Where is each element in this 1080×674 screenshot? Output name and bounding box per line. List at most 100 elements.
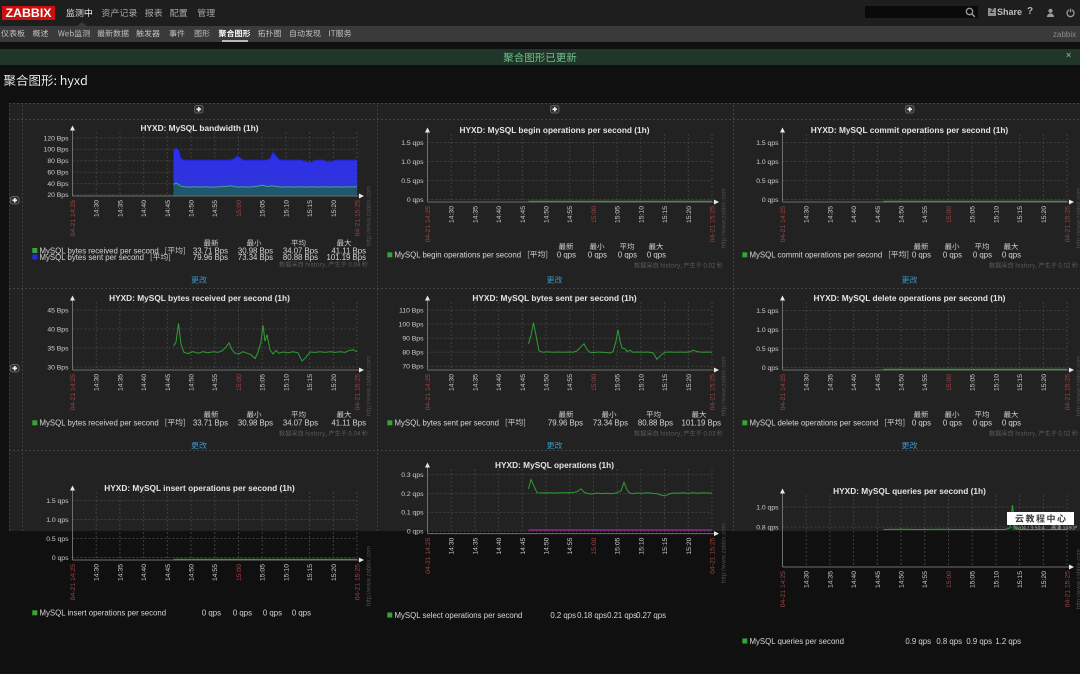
svg-text:MySQL select operations per se: MySQL select operations per second: [395, 610, 523, 619]
svg-text:04-21 15:25: 04-21 15:25: [1065, 205, 1072, 242]
svg-text:1.2 qps: 1.2 qps: [995, 637, 1021, 646]
svg-text:http://www.zabbix.com: http://www.zabbix.com: [722, 188, 728, 248]
svg-text:0 qps: 0 qps: [762, 364, 779, 371]
svg-text:14:40: 14:40: [851, 373, 858, 390]
svg-text:14:45: 14:45: [875, 571, 882, 588]
svg-text:14:40: 14:40: [141, 564, 148, 581]
svg-text:ZABBIX: ZABBIX: [6, 6, 52, 20]
svg-text:100 Bps: 100 Bps: [399, 321, 425, 328]
svg-text:0 qps: 0 qps: [202, 609, 221, 618]
svg-text:0.2 qps: 0.2 qps: [401, 490, 424, 497]
svg-text:14:40: 14:40: [496, 373, 503, 390]
svg-text:04-21 14:25: 04-21 14:25: [780, 571, 787, 608]
svg-text:14:40: 14:40: [141, 373, 148, 390]
svg-text:04-21 14:25: 04-21 14:25: [780, 373, 787, 410]
svg-text:0.5 qps: 0.5 qps: [401, 177, 424, 184]
svg-text:80 Bps: 80 Bps: [47, 158, 69, 165]
svg-text:80 Bps: 80 Bps: [402, 349, 424, 356]
svg-text:MySQL bytes sent per second: MySQL bytes sent per second: [395, 418, 500, 427]
svg-text:http://www.zabbix.com: http://www.zabbix.com: [367, 546, 373, 606]
svg-text:http://www.zabbix.com: http://www.zabbix.com: [1077, 188, 1080, 248]
svg-text:0 qps: 0 qps: [618, 250, 637, 259]
svg-text:15:20: 15:20: [1041, 205, 1048, 222]
svg-text:HYXD: MySQL insert operations: HYXD: MySQL insert operations per second…: [104, 483, 295, 493]
svg-text:15:05: 15:05: [615, 205, 622, 222]
svg-text:http://www.zabbix.com: http://www.zabbix.com: [367, 186, 373, 246]
svg-text:0.9 qps: 0.9 qps: [905, 637, 931, 646]
svg-text:15:20: 15:20: [331, 200, 338, 217]
svg-text:HYXD: MySQL bandwidth (1h): HYXD: MySQL bandwidth (1h): [141, 123, 259, 133]
svg-text:14:55: 14:55: [922, 373, 929, 390]
svg-text:http://www.zabbix.com: http://www.zabbix.com: [722, 523, 728, 583]
svg-text:1.0 qps: 1.0 qps: [756, 158, 779, 165]
svg-text:30.98 Bps: 30.98 Bps: [238, 418, 273, 427]
svg-text:15:20: 15:20: [331, 564, 338, 581]
svg-text:0 qps: 0 qps: [233, 609, 252, 618]
svg-text:0 qps: 0 qps: [407, 196, 424, 203]
svg-text:04-21 15:25: 04-21 15:25: [355, 200, 362, 237]
svg-text:15:00: 15:00: [236, 373, 243, 390]
svg-text:1.5 qps: 1.5 qps: [401, 139, 424, 146]
svg-text:80.88 Bps: 80.88 Bps: [638, 418, 673, 427]
svg-text:45 Bps: 45 Bps: [47, 307, 69, 314]
svg-text:14:30: 14:30: [94, 564, 101, 581]
svg-text:0 qps: 0 qps: [1002, 418, 1021, 427]
svg-text:0 qps: 0 qps: [52, 555, 69, 562]
svg-text:15:20: 15:20: [686, 373, 693, 390]
svg-text:14:30: 14:30: [449, 205, 456, 222]
svg-text:15:05: 15:05: [260, 200, 267, 217]
svg-text:73.34 Bps: 73.34 Bps: [238, 253, 273, 262]
svg-text:15:10: 15:10: [993, 373, 1000, 390]
svg-text:0.3 qps: 0.3 qps: [401, 472, 424, 479]
svg-text:14:30: 14:30: [804, 205, 811, 222]
svg-text:1.0 qps: 1.0 qps: [401, 158, 424, 165]
svg-text:1.0 qps: 1.0 qps: [756, 504, 779, 511]
svg-text:15:20: 15:20: [1041, 373, 1048, 390]
svg-text:15:10: 15:10: [993, 571, 1000, 588]
svg-text:14:55: 14:55: [212, 373, 219, 390]
svg-text:14:55: 14:55: [922, 205, 929, 222]
svg-text:0 qps: 0 qps: [557, 250, 576, 259]
svg-text:15:15: 15:15: [1017, 205, 1024, 222]
svg-text:14:50: 14:50: [544, 373, 551, 390]
svg-text:1.5 qps: 1.5 qps: [46, 498, 69, 505]
svg-text:14:50: 14:50: [189, 564, 196, 581]
svg-text:0.5 qps: 0.5 qps: [46, 536, 69, 543]
svg-text:15:15: 15:15: [307, 564, 314, 581]
svg-text:0.9 qps: 0.9 qps: [966, 637, 992, 646]
svg-text:14:40: 14:40: [141, 200, 148, 217]
svg-text:HYXD: MySQL begin operations p: HYXD: MySQL begin operations per second …: [460, 125, 650, 135]
svg-text:15:05: 15:05: [970, 205, 977, 222]
svg-text:0 qps: 0 qps: [647, 250, 666, 259]
svg-text:1.0 qps: 1.0 qps: [46, 517, 69, 524]
svg-text:MySQL insert operations per se: MySQL insert operations per second: [40, 609, 167, 618]
svg-text:http://www.zabbix.com: http://www.zabbix.com: [1077, 549, 1080, 609]
svg-text:04-21 15:25: 04-21 15:25: [710, 373, 717, 410]
svg-text:0 qps: 0 qps: [943, 250, 962, 259]
svg-text:15:10: 15:10: [638, 205, 645, 222]
svg-text:04-21 14:25: 04-21 14:25: [780, 205, 787, 242]
svg-text:HYXD: MySQL operations (1h): HYXD: MySQL operations (1h): [495, 460, 614, 470]
svg-text:40 Bps: 40 Bps: [47, 181, 69, 188]
svg-text:0 qps: 0 qps: [943, 418, 962, 427]
svg-text:14:50: 14:50: [544, 205, 551, 222]
svg-text:14:50: 14:50: [899, 373, 906, 390]
svg-text:0 qps: 0 qps: [588, 250, 607, 259]
svg-text:15:15: 15:15: [662, 537, 669, 554]
svg-text:04-21 14:25: 04-21 14:25: [70, 564, 77, 601]
svg-text:15:10: 15:10: [638, 373, 645, 390]
svg-text:04-21 15:25: 04-21 15:25: [355, 564, 362, 601]
svg-text:15:15: 15:15: [662, 205, 669, 222]
svg-text:0.5 qps: 0.5 qps: [756, 177, 779, 184]
svg-text:70 Bps: 70 Bps: [402, 363, 424, 370]
svg-text:0.18 qps: 0.18 qps: [577, 610, 607, 619]
svg-text:15:00: 15:00: [591, 537, 598, 554]
svg-text:14:30: 14:30: [804, 373, 811, 390]
svg-text:MySQL commit operations per se: MySQL commit operations per second: [750, 250, 883, 259]
svg-text:14:50: 14:50: [189, 200, 196, 217]
svg-text:15:05: 15:05: [970, 373, 977, 390]
svg-text:04-21 15:25: 04-21 15:25: [1065, 373, 1072, 410]
svg-text:15:00: 15:00: [946, 571, 953, 588]
svg-text:15:05: 15:05: [615, 537, 622, 554]
svg-text:14:35: 14:35: [827, 373, 834, 390]
